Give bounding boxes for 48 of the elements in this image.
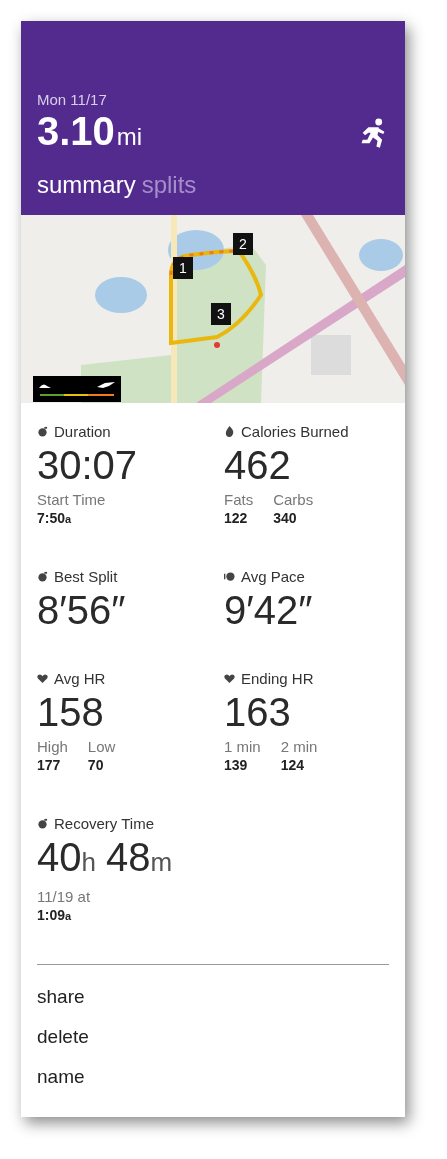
detail-label: 2 min [280, 737, 318, 756]
detail-label: Fats [224, 490, 254, 509]
detail-label: 11/19 at [37, 887, 91, 906]
stat-label: Avg HR [54, 670, 106, 687]
stopwatch-icon [37, 818, 48, 829]
stat-value: 30:07 [37, 442, 138, 489]
action-link[interactable]: share [37, 977, 85, 1017]
action-link[interactable]: name [37, 1057, 85, 1097]
heart-icon [37, 673, 48, 684]
map-pin[interactable]: 3 [211, 303, 231, 325]
stat-label: Best Split [54, 568, 118, 585]
stat-value: 462 [224, 442, 291, 489]
detail-label: Carbs [273, 490, 314, 509]
stat-label: Calories Burned [241, 423, 349, 440]
detail-value: 124 [280, 756, 306, 775]
detail-value: 70 [87, 756, 105, 775]
stat-value: 8′56″ [37, 587, 126, 634]
stopwatch-icon [37, 571, 48, 582]
detail-label: Low [87, 737, 116, 756]
map-pin[interactable]: 2 [233, 233, 253, 255]
stat-value: 40h [37, 834, 96, 881]
map-pin[interactable]: 1 [173, 257, 193, 279]
flame-icon [224, 426, 235, 437]
detail-label: Start Time [37, 490, 106, 509]
stopwatch-icon [37, 426, 48, 437]
stat-label: Recovery Time [54, 815, 155, 832]
detail-value: 139 [224, 756, 249, 775]
detail-value: 1:09a [37, 906, 73, 925]
stat-value: 48m [105, 834, 173, 881]
detail-value: 177 [37, 756, 62, 775]
detail-value: 122 [224, 509, 249, 528]
stat-value: 9′42″ [224, 587, 313, 634]
stat-value: 158 [37, 689, 104, 736]
gauge-icon [224, 571, 235, 582]
stat-value: 163 [224, 689, 291, 736]
distance-value: 3.10 mi [37, 109, 143, 155]
stat-label: Ending HR [241, 670, 314, 687]
detail-label: 1 min [224, 737, 261, 756]
tab[interactable]: splits [141, 171, 197, 199]
detail-value: 340 [273, 509, 298, 528]
stat-label: Avg Pace [241, 568, 305, 585]
stat-label: Duration [54, 423, 111, 440]
action-link[interactable]: delete [37, 1017, 89, 1057]
runner-icon [359, 118, 387, 150]
detail-label: High [37, 737, 68, 756]
detail-value: 7:50a [37, 509, 73, 528]
workout-date: Mon 11/17 [37, 91, 108, 108]
heart-icon [224, 673, 235, 684]
